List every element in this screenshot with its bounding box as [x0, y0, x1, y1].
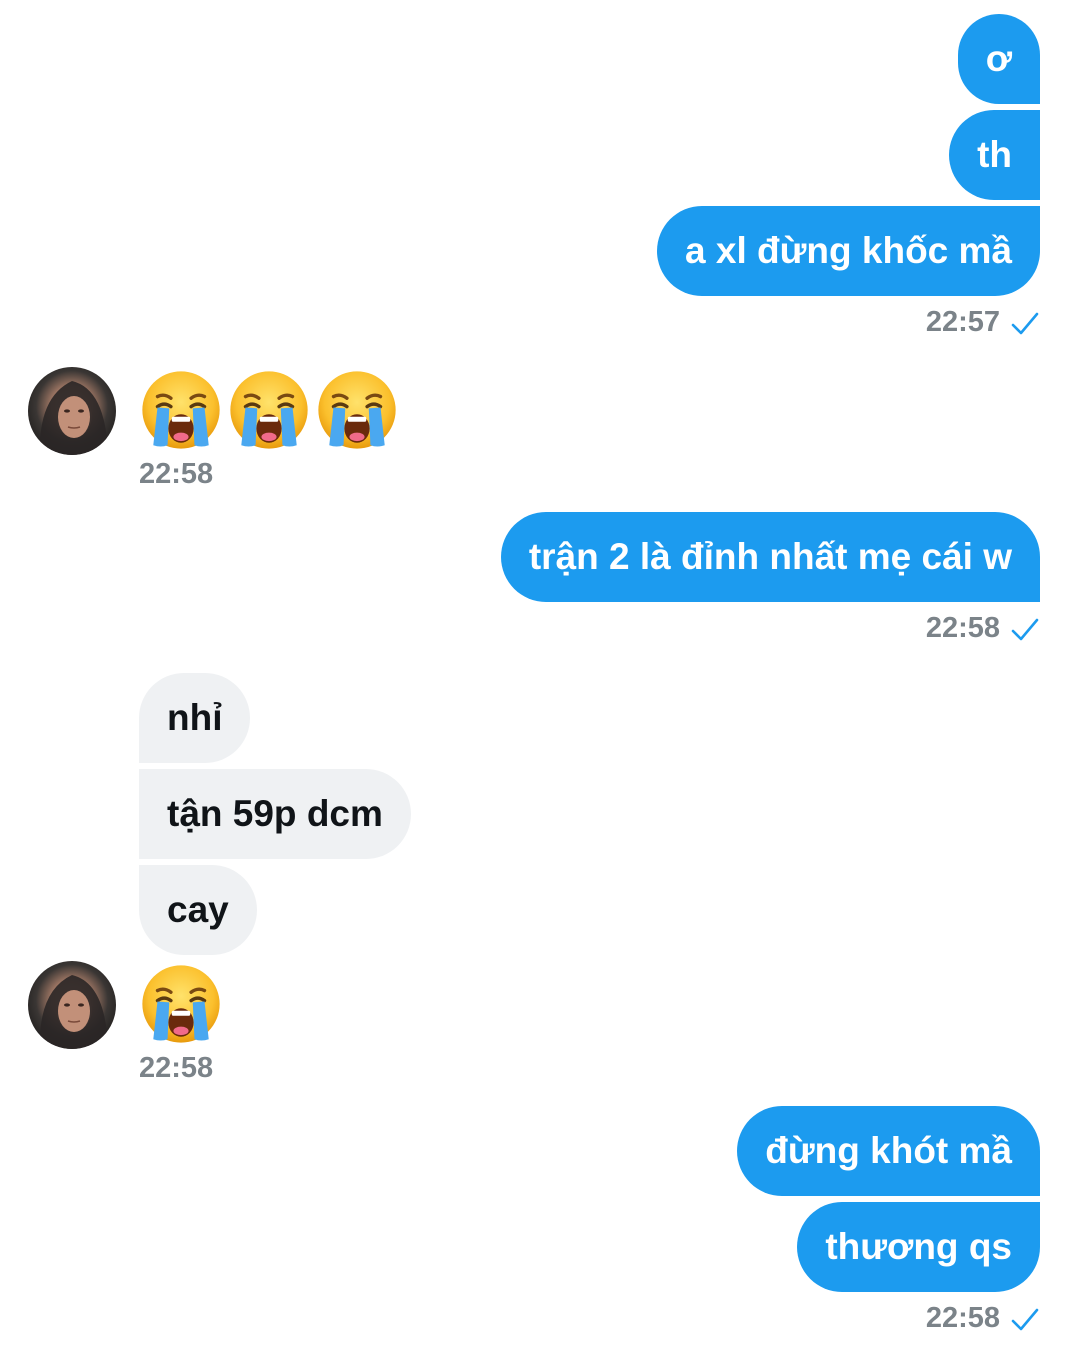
emoji-message[interactable] — [139, 368, 399, 456]
message-timestamp: 22:58 — [925, 612, 1000, 644]
message-timestamp: 22:58 — [925, 1302, 1000, 1334]
outgoing-message[interactable]: trận 2 là đỉnh nhất mẹ cái w — [500, 512, 1040, 602]
outgoing-message[interactable]: thương qs — [797, 1202, 1040, 1292]
outgoing-message[interactable]: đừng khót mầ — [737, 1106, 1040, 1196]
avatar[interactable] — [28, 961, 116, 1049]
message-timestamp: 22:58 — [139, 1052, 214, 1084]
message-text: nhỉ — [167, 697, 223, 738]
loudly-crying-face-icon — [139, 962, 223, 1046]
message-text: th — [977, 134, 1012, 175]
message-text: đừng khót mầ — [765, 1130, 1012, 1171]
read-check-icon — [1010, 1306, 1040, 1334]
incoming-message[interactable]: nhỉ — [139, 673, 251, 763]
message-text: ơ — [985, 38, 1012, 79]
emoji-message[interactable] — [139, 962, 223, 1050]
read-check-icon — [1010, 310, 1040, 338]
person-photo-icon — [39, 381, 109, 455]
message-text: trận 2 là đỉnh nhất mẹ cái w — [528, 536, 1012, 577]
message-timestamp: 22:58 — [139, 458, 214, 490]
message-timestamp: 22:57 — [925, 306, 1000, 338]
message-text: thương qs — [825, 1226, 1012, 1267]
loudly-crying-face-icon — [227, 368, 311, 452]
message-text: cay — [167, 889, 229, 930]
read-check-icon — [1010, 616, 1040, 644]
loudly-crying-face-icon — [139, 368, 223, 452]
person-photo-icon — [39, 975, 109, 1049]
loudly-crying-face-icon — [315, 368, 399, 452]
incoming-message[interactable]: cay — [139, 865, 257, 955]
outgoing-message[interactable]: ơ — [957, 14, 1040, 104]
avatar[interactable] — [28, 367, 116, 455]
incoming-message[interactable]: tận 59p dcm — [139, 769, 411, 859]
message-text: a xl đừng khốc mầ — [685, 230, 1012, 271]
message-text: tận 59p dcm — [167, 793, 383, 834]
outgoing-message[interactable]: a xl đừng khốc mầ — [657, 206, 1040, 296]
outgoing-message[interactable]: th — [949, 110, 1040, 200]
